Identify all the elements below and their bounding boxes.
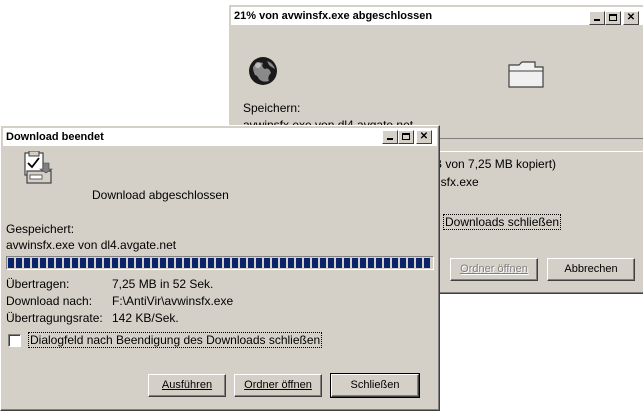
download-to-label: Download nach: bbox=[6, 294, 93, 308]
download-to-value: F:\AntiVir\avwinsfx.exe bbox=[112, 294, 234, 308]
open-folder-button[interactable]: Ordner öffnen bbox=[234, 374, 322, 397]
progress-dialog-window-controls: ✕ bbox=[589, 11, 639, 25]
destination-text: nsfx.exe bbox=[434, 175, 479, 189]
saved-value: avwinsfx.exe von dl4.avgate.net bbox=[6, 238, 177, 252]
open-folder-button-disabled: Ordner öffnen bbox=[450, 258, 538, 281]
minimize-icon bbox=[387, 138, 393, 140]
saving-label: Speichern: bbox=[243, 101, 301, 115]
maximize-button[interactable] bbox=[398, 130, 414, 144]
progress-dialog-titlebar[interactable]: 21% von avwinsfx.exe abgeschlossen bbox=[231, 7, 643, 25]
run-label: Ausführen bbox=[161, 379, 213, 391]
progress-fill-complete bbox=[8, 258, 432, 268]
close-label: Schließen bbox=[350, 379, 400, 391]
download-complete-titlebar[interactable]: Download beendet bbox=[3, 128, 437, 146]
progress-bar-complete bbox=[6, 256, 434, 270]
cancel-label: Abbrechen bbox=[564, 263, 618, 275]
close-button[interactable]: ✕ bbox=[623, 11, 639, 25]
open-folder-label: Ordner öffnen bbox=[244, 379, 312, 391]
minimize-icon bbox=[594, 19, 600, 21]
close-icon: ✕ bbox=[626, 12, 636, 23]
minimize-button[interactable] bbox=[589, 11, 605, 25]
transferred-label: Übertragen: bbox=[6, 277, 70, 291]
download-complete-title: Download beendet bbox=[6, 131, 104, 143]
maximize-icon bbox=[609, 14, 617, 21]
progress-dialog-title: 21% von avwinsfx.exe abgeschlossen bbox=[234, 10, 433, 22]
download-complete-icon bbox=[24, 151, 53, 184]
cancel-button[interactable]: Abbrechen bbox=[547, 258, 635, 281]
open-folder-label: Ordner öffnen bbox=[460, 263, 528, 275]
close-after-download-label[interactable]: Downloads schließen bbox=[442, 214, 562, 230]
saved-label: Gespeichert: bbox=[6, 222, 75, 236]
close-when-done-label[interactable]: Dialogfeld nach Beendigung des Downloads… bbox=[27, 332, 323, 348]
minimize-button[interactable] bbox=[382, 130, 398, 144]
globe-icon bbox=[249, 57, 277, 85]
rate-value: 142 KB/Sek. bbox=[112, 311, 179, 325]
maximize-button[interactable] bbox=[605, 11, 621, 25]
heading: Download abgeschlossen bbox=[92, 188, 229, 202]
rate-label: Übertragungsrate: bbox=[6, 311, 103, 325]
progress-text: B von 7,25 MB kopiert) bbox=[434, 157, 557, 171]
close-when-done-checkbox[interactable] bbox=[8, 334, 21, 347]
transferred-value: 7,25 MB in 52 Sek. bbox=[112, 277, 214, 291]
close-dialog-button[interactable]: Schließen bbox=[330, 373, 420, 398]
maximize-icon bbox=[402, 133, 410, 140]
run-button[interactable]: Ausführen bbox=[148, 374, 226, 397]
download-complete-window-controls: ✕ bbox=[382, 130, 432, 144]
close-icon: ✕ bbox=[419, 131, 429, 142]
folder-icon bbox=[508, 61, 544, 88]
download-complete-dialog: Download beendet ✕ Download abgeschlosse… bbox=[0, 125, 440, 411]
close-button[interactable]: ✕ bbox=[416, 130, 432, 144]
